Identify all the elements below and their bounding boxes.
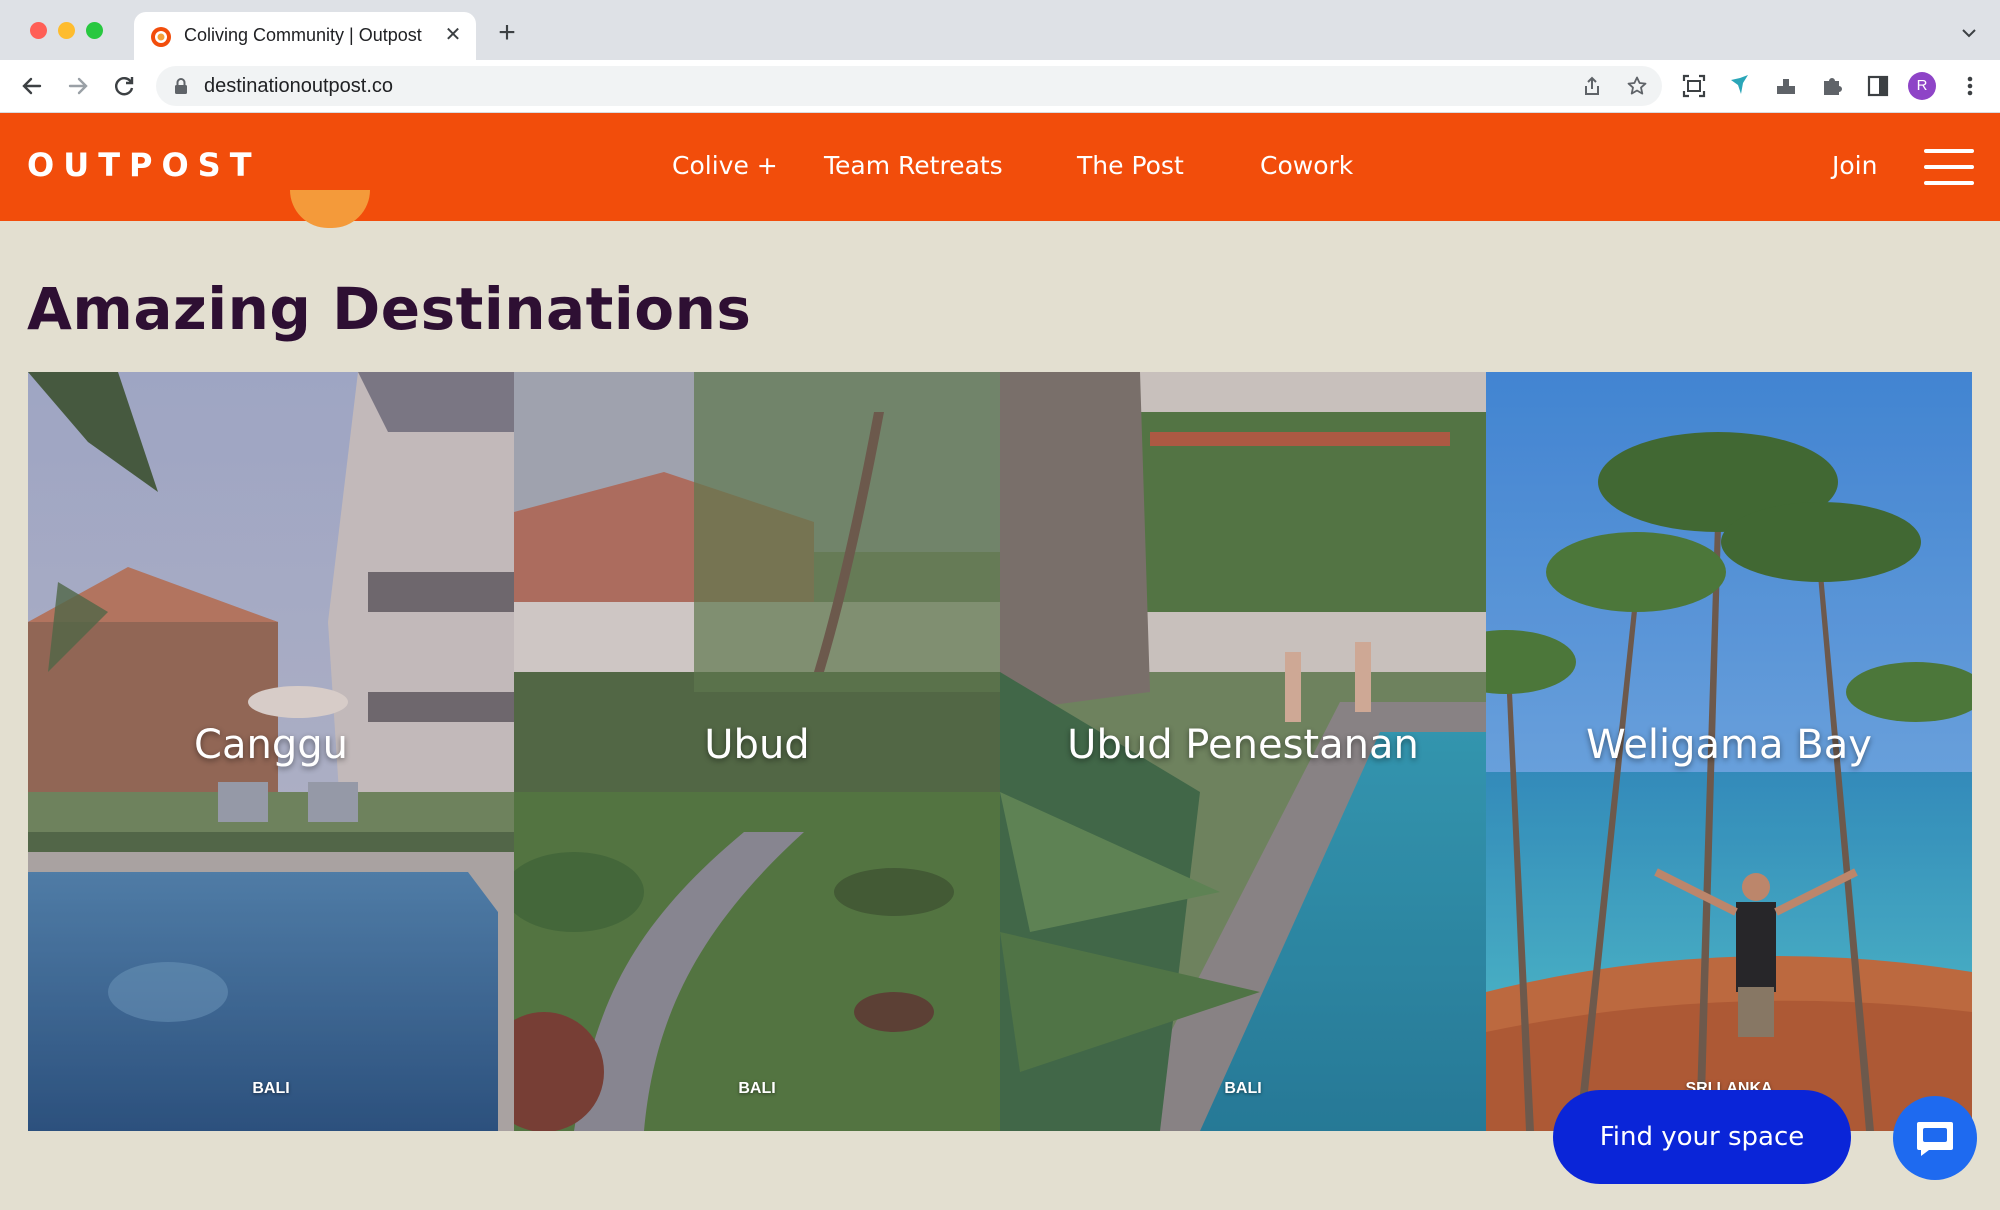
profile-avatar[interactable]: R xyxy=(1908,72,1936,100)
destinations-grid: Canggu BALI Ubud BALI Ubud Penestanan BA… xyxy=(28,372,1973,1131)
hamburger-menu-icon[interactable] xyxy=(1924,149,1974,185)
url-text[interactable]: destinationoutpost.co xyxy=(204,75,393,98)
tab-close-icon[interactable]: ✕ xyxy=(442,24,464,46)
destination-name: Ubud xyxy=(704,722,810,768)
nav-cowork[interactable]: Cowork xyxy=(1260,151,1353,180)
browser-menu-icon[interactable] xyxy=(1956,72,1984,100)
outpost-logo[interactable]: OUTPOST xyxy=(27,146,261,184)
screenshot-extension-icon[interactable] xyxy=(1680,72,1708,100)
destination-card-canggu[interactable]: Canggu BALI xyxy=(28,372,514,1131)
outpost-favicon-icon xyxy=(151,27,171,47)
extensions-puzzle-icon[interactable] xyxy=(1818,72,1846,100)
browser-window: Coliving Community | Outpost ✕ + destina… xyxy=(0,0,2000,1210)
maximize-window-button[interactable] xyxy=(86,22,103,39)
share-icon[interactable] xyxy=(1581,75,1603,97)
tab-strip: Coliving Community | Outpost ✕ + xyxy=(0,0,2000,60)
nav-colive[interactable]: Colive + xyxy=(672,151,778,180)
bookmark-star-icon[interactable] xyxy=(1626,75,1648,97)
forward-arrow-icon[interactable] xyxy=(64,72,92,100)
address-bar[interactable]: destinationoutpost.co xyxy=(156,66,1662,106)
destination-country: BALI xyxy=(738,1080,776,1097)
find-your-space-button[interactable]: Find your space xyxy=(1553,1090,1851,1184)
destination-country: BALI xyxy=(252,1080,290,1097)
close-window-button[interactable] xyxy=(30,22,47,39)
destination-country: BALI xyxy=(1224,1080,1262,1097)
destination-card-weligama-bay[interactable]: Weligama Bay SRI LANKA xyxy=(1486,372,1972,1131)
destination-card-ubud-penestanan[interactable]: Ubud Penestanan BALI xyxy=(1000,372,1486,1131)
section-title: Amazing Destinations xyxy=(27,275,752,343)
tab-title: Coliving Community | Outpost xyxy=(184,25,422,45)
nav-team-retreats[interactable]: Team Retreats xyxy=(824,151,1003,180)
destination-name: Weligama Bay xyxy=(1586,722,1872,768)
bird-extension-icon[interactable] xyxy=(1726,72,1754,100)
join-link[interactable]: Join xyxy=(1832,151,1877,180)
reload-icon[interactable] xyxy=(110,72,138,100)
lock-icon[interactable] xyxy=(172,77,190,95)
browser-toolbar: destinationoutpost.co R xyxy=(0,60,2000,113)
back-arrow-icon[interactable] xyxy=(18,72,46,100)
side-panel-icon[interactable] xyxy=(1864,72,1892,100)
destination-card-ubud[interactable]: Ubud BALI xyxy=(514,372,1000,1131)
chat-widget-button[interactable] xyxy=(1893,1096,1977,1180)
browser-tab-active[interactable]: Coliving Community | Outpost ✕ xyxy=(134,12,476,60)
chevron-down-icon[interactable] xyxy=(1960,24,1978,42)
minimize-window-button[interactable] xyxy=(58,22,75,39)
inbox-extension-icon[interactable] xyxy=(1772,72,1800,100)
nav-the-post[interactable]: The Post xyxy=(1077,151,1184,180)
new-tab-button[interactable]: + xyxy=(494,18,520,48)
chat-icon xyxy=(1917,1122,1953,1156)
destination-name: Ubud Penestanan xyxy=(1067,722,1419,768)
destination-name: Canggu xyxy=(194,722,348,768)
decorative-shape xyxy=(290,190,370,228)
